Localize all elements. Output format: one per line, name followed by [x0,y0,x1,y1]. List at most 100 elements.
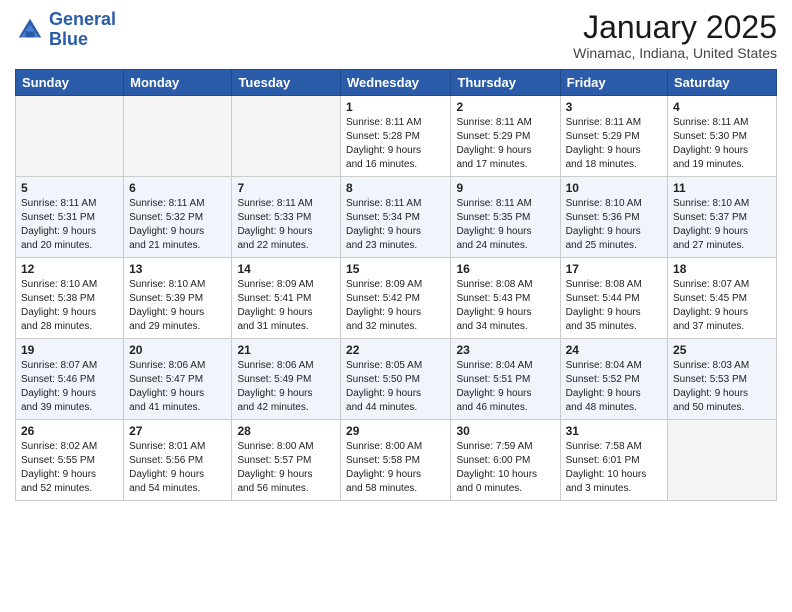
day-info: Sunrise: 8:04 AM Sunset: 5:52 PM Dayligh… [566,359,662,415]
day-number: 16 [456,262,554,276]
day-number: 6 [129,181,226,195]
day-info: Sunrise: 8:01 AM Sunset: 5:56 PM Dayligh… [129,440,226,496]
table-row: 14Sunrise: 8:09 AM Sunset: 5:41 PM Dayli… [232,258,341,339]
table-row: 30 Sunrise: 7:59 AM Sunset: 6:00 PM Dayli… [451,420,560,501]
table-row: 9 Sunrise: 8:11 AM Sunset: 5:35 PM Daylig… [451,177,560,258]
day-info: Sunrise: 8:00 AM Sunset: 5:57 PM Dayligh… [237,440,335,496]
table-row: 11 Sunrise: 8:10 AM Sunset: 5:37 PM Dayli… [668,177,777,258]
day-info: Sunrise: 8:11 AM Sunset: 5:31 PM Dayligh… [21,197,118,253]
day-info: Sunrise: 8:10 AM Sunset: 5:36 PM Dayligh… [566,197,662,253]
header: General Blue January 2025 Winamac, India… [15,10,777,61]
day-info: Sunrise: 8:11 AM Sunset: 5:30 PM Dayligh… [673,116,771,172]
header-saturday: Saturday [668,70,777,96]
day-number: 4 [673,100,771,114]
day-number: 11 [673,181,771,195]
day-info: Sunrise: 8:00 AM Sunset: 5:58 PM Dayligh… [346,440,445,496]
table-row: 8 Sunrise: 8:11 AM Sunset: 5:34 PM Daylig… [341,177,451,258]
table-row: 27 Sunrise: 8:01 AM Sunset: 5:56 PM Dayli… [124,420,232,501]
table-row: 15Sunrise: 8:09 AM Sunset: 5:42 PM Dayli… [341,258,451,339]
table-row: 16Sunrise: 8:08 AM Sunset: 5:43 PM Dayli… [451,258,560,339]
day-number: 23 [456,343,554,357]
table-row: 1Sunrise: 8:11 AM Sunset: 5:28 PM Daylig… [341,96,451,177]
table-row: 26 Sunrise: 8:02 AM Sunset: 5:55 PM Dayli… [16,420,124,501]
day-info: Sunrise: 8:09 AM Sunset: 5:41 PM Dayligh… [237,278,335,334]
day-number: 8 [346,181,445,195]
table-row: 19 Sunrise: 8:07 AM Sunset: 5:46 PM Dayli… [16,339,124,420]
day-info: Sunrise: 8:10 AM Sunset: 5:39 PM Dayligh… [129,278,226,334]
day-number: 22 [346,343,445,357]
table-row: 18Sunrise: 8:07 AM Sunset: 5:45 PM Dayli… [668,258,777,339]
day-number: 27 [129,424,226,438]
day-info: Sunrise: 8:11 AM Sunset: 5:32 PM Dayligh… [129,197,226,253]
day-info: Sunrise: 8:05 AM Sunset: 5:50 PM Dayligh… [346,359,445,415]
header-tuesday: Tuesday [232,70,341,96]
day-info: Sunrise: 8:06 AM Sunset: 5:49 PM Dayligh… [237,359,335,415]
day-number: 19 [21,343,118,357]
logo-icon [15,15,45,45]
table-row: 25 Sunrise: 8:03 AM Sunset: 5:53 PM Dayli… [668,339,777,420]
table-row [16,96,124,177]
table-row: 23 Sunrise: 8:04 AM Sunset: 5:51 PM Dayli… [451,339,560,420]
day-info: Sunrise: 8:11 AM Sunset: 5:29 PM Dayligh… [456,116,554,172]
day-number: 30 [456,424,554,438]
day-number: 13 [129,262,226,276]
day-info: Sunrise: 7:59 AM Sunset: 6:00 PM Dayligh… [456,440,554,496]
table-row: 28 Sunrise: 8:00 AM Sunset: 5:57 PM Dayli… [232,420,341,501]
day-info: Sunrise: 8:10 AM Sunset: 5:38 PM Dayligh… [21,278,118,334]
day-info: Sunrise: 8:11 AM Sunset: 5:35 PM Dayligh… [456,197,554,253]
day-number: 20 [129,343,226,357]
table-row: 21 Sunrise: 8:06 AM Sunset: 5:49 PM Dayli… [232,339,341,420]
day-number: 10 [566,181,662,195]
day-info: Sunrise: 8:04 AM Sunset: 5:51 PM Dayligh… [456,359,554,415]
table-row: 31 Sunrise: 7:58 AM Sunset: 6:01 PM Dayli… [560,420,667,501]
table-row: 12Sunrise: 8:10 AM Sunset: 5:38 PM Dayli… [16,258,124,339]
header-thursday: Thursday [451,70,560,96]
day-number: 28 [237,424,335,438]
day-number: 26 [21,424,118,438]
header-wednesday: Wednesday [341,70,451,96]
day-info: Sunrise: 8:08 AM Sunset: 5:44 PM Dayligh… [566,278,662,334]
calendar-table: Sunday Monday Tuesday Wednesday Thursday… [15,69,777,501]
table-row: 17Sunrise: 8:08 AM Sunset: 5:44 PM Dayli… [560,258,667,339]
day-info: Sunrise: 8:11 AM Sunset: 5:34 PM Dayligh… [346,197,445,253]
day-info: Sunrise: 8:02 AM Sunset: 5:55 PM Dayligh… [21,440,118,496]
calendar-week-row: 1Sunrise: 8:11 AM Sunset: 5:28 PM Daylig… [16,96,777,177]
calendar-header-row: Sunday Monday Tuesday Wednesday Thursday… [16,70,777,96]
day-number: 21 [237,343,335,357]
day-number: 7 [237,181,335,195]
table-row: 3 Sunrise: 8:11 AM Sunset: 5:29 PM Daylig… [560,96,667,177]
page: General Blue January 2025 Winamac, India… [0,0,792,612]
day-number: 9 [456,181,554,195]
header-monday: Monday [124,70,232,96]
table-row: 4 Sunrise: 8:11 AM Sunset: 5:30 PM Daylig… [668,96,777,177]
logo-text-line2: Blue [49,30,116,50]
day-number: 29 [346,424,445,438]
day-info: Sunrise: 8:07 AM Sunset: 5:46 PM Dayligh… [21,359,118,415]
day-number: 25 [673,343,771,357]
day-number: 5 [21,181,118,195]
day-info: Sunrise: 7:58 AM Sunset: 6:01 PM Dayligh… [566,440,662,496]
table-row: 22 Sunrise: 8:05 AM Sunset: 5:50 PM Dayli… [341,339,451,420]
calendar-week-row: 5 Sunrise: 8:11 AM Sunset: 5:31 PM Daylig… [16,177,777,258]
table-row: 6 Sunrise: 8:11 AM Sunset: 5:32 PM Daylig… [124,177,232,258]
day-number: 24 [566,343,662,357]
table-row: 13 Sunrise: 8:10 AM Sunset: 5:39 PM Dayli… [124,258,232,339]
day-info: Sunrise: 8:11 AM Sunset: 5:29 PM Dayligh… [566,116,662,172]
table-row: 5 Sunrise: 8:11 AM Sunset: 5:31 PM Daylig… [16,177,124,258]
day-info: Sunrise: 8:03 AM Sunset: 5:53 PM Dayligh… [673,359,771,415]
day-number: 2 [456,100,554,114]
calendar-week-row: 12Sunrise: 8:10 AM Sunset: 5:38 PM Dayli… [16,258,777,339]
table-row [124,96,232,177]
table-row: 29 Sunrise: 8:00 AM Sunset: 5:58 PM Dayli… [341,420,451,501]
day-number: 18 [673,262,771,276]
table-row [232,96,341,177]
calendar-subtitle: Winamac, Indiana, United States [573,45,777,61]
day-info: Sunrise: 8:10 AM Sunset: 5:37 PM Dayligh… [673,197,771,253]
logo: General Blue [15,10,116,50]
header-friday: Friday [560,70,667,96]
table-row: 2 Sunrise: 8:11 AM Sunset: 5:29 PM Daylig… [451,96,560,177]
table-row: 20Sunrise: 8:06 AM Sunset: 5:47 PM Dayli… [124,339,232,420]
calendar-week-row: 26 Sunrise: 8:02 AM Sunset: 5:55 PM Dayli… [16,420,777,501]
day-number: 3 [566,100,662,114]
day-number: 31 [566,424,662,438]
